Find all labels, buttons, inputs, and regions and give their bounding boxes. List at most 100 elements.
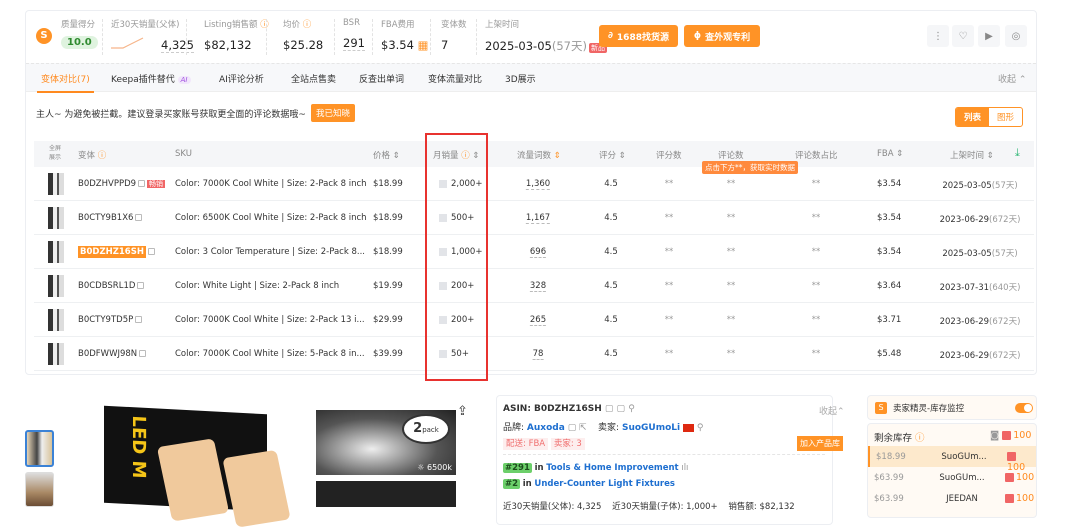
variant-asin[interactable]: B0DZHZ16SH — [78, 246, 155, 258]
variant-asin[interactable]: B0CTY9B1X6 — [78, 213, 143, 223]
metric-variants: 变体数 7 — [441, 18, 467, 52]
table-row: B0CDBSRL1D Color: White Light | Size: 2-… — [34, 269, 1034, 303]
metric-value: $82,132 — [204, 38, 252, 52]
remaining-stock-total: ◙ 100 — [990, 430, 1032, 441]
metric-value: 7 — [441, 38, 449, 52]
metric-label: 上架时间 — [485, 20, 520, 30]
tab-all-sites[interactable]: 全站点售卖 — [291, 72, 336, 85]
acknowledge-button[interactable]: 我已知晓 — [311, 104, 356, 122]
asin-collapse-button[interactable]: 收起⌃ — [819, 404, 845, 417]
metric-quality: 质量得分 10.0 — [61, 18, 98, 49]
variant-fba: $3.71 — [877, 315, 902, 325]
category-link[interactable]: Tools & Home Improvement — [546, 463, 678, 473]
collapse-button[interactable]: 收起 ⌃ — [998, 72, 1026, 85]
asin-label: ASIN: B0DZHZ16SH ▢ ▢ ⚲ — [503, 404, 635, 414]
tab-variant-compare[interactable]: 变体对比(7) — [37, 72, 94, 93]
gallery-thumb-1[interactable] — [25, 430, 54, 467]
variant-thumbnail[interactable] — [48, 309, 64, 331]
variant-fba: $5.48 — [877, 349, 902, 359]
main-product-image: LED M — [104, 405, 291, 528]
tab-keepa[interactable]: Keepa插件替代 AI — [111, 72, 191, 85]
variant-traffic-keywords[interactable]: 265 — [529, 315, 547, 326]
brand-link[interactable]: Auxoda — [527, 423, 565, 433]
metric-label: Listing销售额 ⓘ — [204, 20, 269, 30]
find-1688-button[interactable]: ∂ 1688找货源 — [599, 25, 678, 47]
variant-rating-count[interactable]: ** — [665, 213, 674, 223]
col-review-ratio: 评论数占比 — [795, 151, 838, 161]
variant-reviews[interactable]: ** — [727, 281, 736, 291]
variant-reviews[interactable]: ** — [727, 349, 736, 359]
seller-link[interactable]: SuoGUmoLi — [622, 423, 680, 433]
variant-rating-count[interactable]: ** — [665, 281, 674, 291]
table-row: B0CTY9B1X6 Color: 6500K Cool White | Siz… — [34, 201, 1034, 235]
variant-thumbnail[interactable] — [48, 173, 64, 195]
col-listed-date[interactable]: 上架时间 ⇕ — [950, 149, 994, 161]
table-row: B0CTY9TD5P Color: 7000K Cool White | Siz… — [34, 303, 1034, 337]
col-rating[interactable]: 评分 ⇕ — [599, 149, 626, 161]
graph-view-button[interactable]: 图形 — [989, 108, 1022, 126]
monitor-toggle[interactable] — [1015, 403, 1033, 413]
gallery-thumb-2[interactable] — [25, 472, 54, 507]
heart-icon[interactable]: ♡ — [952, 25, 974, 47]
secondary-product-image: 2pack ☼ 6500k — [316, 410, 456, 475]
variant-asin[interactable]: B0CTY9TD5P — [78, 315, 143, 325]
variant-price: $29.99 — [373, 315, 403, 325]
variant-thumbnail[interactable] — [48, 343, 64, 365]
variant-review-ratio[interactable]: ** — [812, 281, 821, 291]
check-patent-button[interactable]: ϕ 查外观专利 — [684, 25, 760, 47]
variant-review-ratio[interactable]: ** — [812, 213, 821, 223]
inventory-title: 卖家精灵-库存监控 — [893, 404, 965, 414]
variant-review-ratio[interactable]: ** — [812, 315, 821, 325]
col-traffic-keywords[interactable]: 流量词数 ⇕ — [517, 149, 561, 161]
variant-traffic-keywords[interactable]: 328 — [529, 281, 547, 292]
download-icon[interactable]: ⤓ — [1015, 146, 1020, 160]
metric-label: 质量得分 — [61, 20, 96, 30]
variant-review-ratio[interactable]: ** — [812, 349, 821, 359]
add-to-library-button[interactable]: 加入产品库 — [797, 436, 843, 451]
variant-rating-count[interactable]: ** — [665, 349, 674, 359]
tab-reverse-keywords[interactable]: 反查出单词 — [359, 72, 404, 85]
variant-thumbnail[interactable] — [48, 241, 64, 263]
tab-ai-review[interactable]: AI评论分析 — [219, 72, 264, 85]
camera-icon: ◙ — [990, 430, 1000, 441]
metric-label: FBA费用 — [381, 20, 415, 30]
variant-rating-count[interactable]: ** — [665, 247, 674, 257]
variant-asin[interactable]: B0DZHVPPD9 畅销 — [78, 179, 166, 189]
variant-review-ratio[interactable]: ** — [812, 247, 821, 257]
variant-reviews[interactable]: ** — [727, 315, 736, 325]
more-icon[interactable]: ⋮ — [927, 25, 949, 47]
variant-traffic-keywords[interactable]: 78 — [532, 349, 544, 360]
col-fba[interactable]: FBA ⇕ — [877, 149, 903, 159]
calculator-icon[interactable]: ▦ — [418, 38, 429, 52]
variant-reviews[interactable]: ** — [727, 213, 736, 223]
list-view-button[interactable]: 列表 — [956, 108, 990, 126]
share-icon[interactable]: ⇪ — [457, 404, 468, 419]
variant-thumbnail[interactable] — [48, 275, 64, 297]
variant-reviews[interactable]: ** — [727, 179, 736, 189]
category-link[interactable]: Under-Counter Light Fixtures — [534, 479, 675, 489]
variant-thumbnail[interactable] — [48, 207, 64, 229]
variant-asin[interactable]: B0DFWWJ98N — [78, 349, 147, 359]
tab-variant-traffic[interactable]: 变体流量对比 — [428, 72, 482, 85]
fullscreen-toggle[interactable]: 全屏展示 — [48, 144, 62, 162]
variant-rating-count[interactable]: ** — [665, 315, 674, 325]
settings-icon[interactable]: ◎ — [1005, 25, 1027, 47]
variant-asin[interactable]: B0CDBSRL1D — [78, 281, 145, 291]
variant-review-ratio[interactable]: ** — [812, 179, 821, 189]
variant-rating-count[interactable]: ** — [665, 179, 674, 189]
monthly-sales-highlight — [425, 133, 488, 381]
logo-icon: S — [36, 28, 52, 44]
metric-value[interactable]: 4,325 — [161, 38, 194, 53]
variant-rating: 4.5 — [604, 179, 618, 189]
variant-traffic-keywords[interactable]: 1,360 — [525, 179, 551, 190]
col-price[interactable]: 价格 ⇕ — [373, 149, 400, 161]
metric-value[interactable]: 291 — [343, 36, 365, 51]
video-icon[interactable]: ▶ — [978, 25, 1000, 47]
chart-icon: ılı — [681, 463, 689, 473]
variant-traffic-keywords[interactable]: 696 — [529, 247, 547, 258]
variant-reviews[interactable]: ** — [727, 247, 736, 257]
variant-traffic-keywords[interactable]: 1,167 — [525, 213, 551, 224]
bestseller-badge: 畅销 — [147, 180, 166, 188]
col-sku: SKU — [175, 149, 192, 159]
tab-3d[interactable]: 3D展示 — [505, 72, 536, 85]
